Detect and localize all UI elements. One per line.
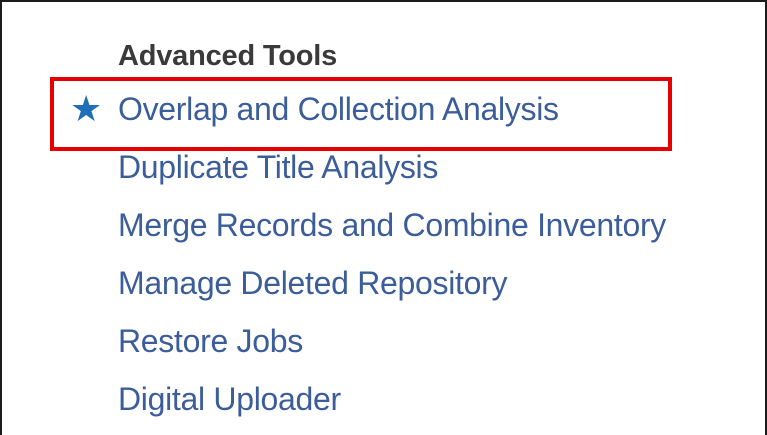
menu-item-label: Restore Jobs — [118, 323, 303, 359]
star-icon: ★ — [70, 88, 102, 129]
menu-item-label: Overlap and Collection Analysis — [118, 91, 559, 127]
frame-border-top — [0, 0, 767, 2]
menu-item-overlap-collection-analysis[interactable]: ★ Overlap and Collection Analysis — [70, 80, 666, 138]
menu-item-restore-jobs[interactable]: Restore Jobs — [118, 312, 666, 370]
menu-item-merge-records[interactable]: Merge Records and Combine Inventory — [118, 196, 666, 254]
menu-item-label: Digital Uploader — [118, 381, 341, 417]
menu-item-label: Duplicate Title Analysis — [118, 149, 439, 185]
menu-item-label: Merge Records and Combine Inventory — [118, 207, 667, 243]
section-heading: Advanced Tools — [118, 40, 338, 72]
menu-item-duplicate-title-analysis[interactable]: Duplicate Title Analysis — [118, 138, 666, 196]
menu-item-digital-uploader[interactable]: Digital Uploader — [118, 370, 666, 428]
frame-border-left — [0, 0, 2, 435]
menu-item-label: Manage Deleted Repository — [118, 265, 508, 301]
advanced-tools-menu: Advanced Tools ★ Overlap and Collection … — [70, 32, 666, 428]
screenshot-frame: Advanced Tools ★ Overlap and Collection … — [0, 0, 767, 435]
menu-item-manage-deleted-repository[interactable]: Manage Deleted Repository — [118, 254, 666, 312]
